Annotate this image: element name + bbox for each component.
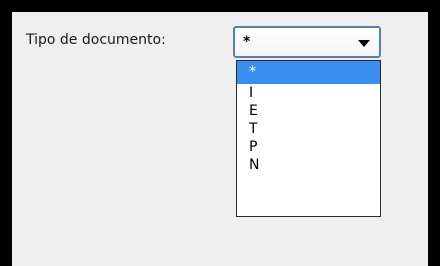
chevron-down-icon[interactable] [358,40,370,47]
dropdown-option-all[interactable]: * [237,61,380,84]
dropdown-option[interactable]: T [237,120,380,138]
document-type-dropdown-list[interactable]: * I E T P N [236,60,381,217]
window-frame: Tipo de documento: * * I E T P N [0,0,440,266]
select-current-value: * [243,34,251,50]
dropdown-option[interactable]: I [237,84,380,102]
document-type-select[interactable]: * [233,26,381,58]
document-type-label: Tipo de documento: [26,32,166,48]
dropdown-option[interactable]: E [237,102,380,120]
dropdown-option[interactable]: N [237,156,380,174]
dropdown-option[interactable]: P [237,138,380,156]
